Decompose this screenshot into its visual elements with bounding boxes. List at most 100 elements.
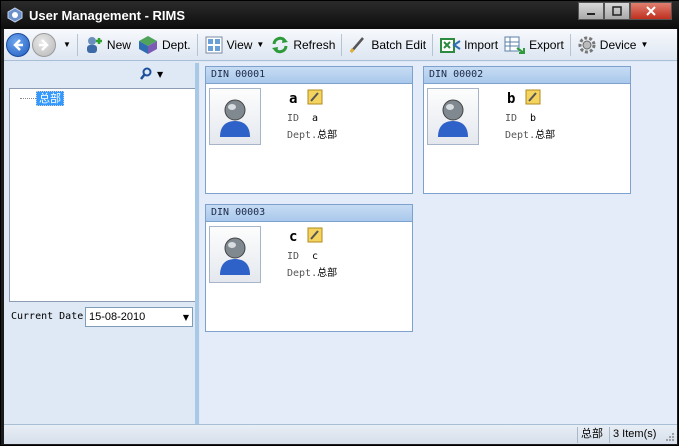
maximize-icon — [612, 6, 622, 16]
close-button[interactable] — [630, 2, 672, 20]
dept-label: Dept. — [287, 268, 318, 279]
id-value: c — [312, 251, 319, 262]
card-din: DIN 00001 — [206, 67, 412, 84]
date-value: 15-08-2010 — [89, 311, 146, 323]
device-dropdown-button[interactable]: Device ▼ — [574, 32, 652, 58]
chevron-down-icon: ▼ — [256, 40, 265, 49]
status-item-count: 3 Item(s) — [609, 427, 656, 443]
toolbar-separator — [76, 33, 78, 56]
id-value: a — [312, 113, 319, 124]
user-card[interactable]: DIN 00003 c ID c Dept.总部 — [205, 204, 413, 332]
dept-button[interactable]: Dept. — [134, 32, 194, 58]
search-row: ▼ — [6, 63, 198, 87]
edit-icon[interactable] — [307, 227, 323, 243]
toolbar: ▼ New Dept. View ▼ Refresh Batch Edit Im… — [4, 29, 677, 61]
back-button[interactable] — [6, 32, 30, 57]
dept-field: Dept.总部 — [287, 126, 337, 141]
import-icon — [440, 37, 461, 53]
dept-field: Dept.总部 — [505, 126, 555, 141]
dept-field: Dept.总部 — [287, 264, 337, 279]
import-label: Import — [464, 37, 499, 52]
current-date-label: Current Date — [11, 311, 84, 322]
pen-icon — [350, 36, 365, 53]
chevron-down-icon[interactable]: ▼ — [157, 70, 163, 79]
chevron-down-icon[interactable]: ▼ — [183, 313, 189, 322]
user-name: a — [289, 91, 298, 107]
card-din: DIN 00002 — [424, 67, 630, 84]
refresh-label: Refresh — [293, 37, 336, 52]
import-button[interactable]: Import — [436, 32, 501, 58]
add-user-icon — [86, 36, 102, 53]
user-avatar-icon — [220, 99, 250, 137]
status-bar: 总部 3 Item(s) — [4, 424, 677, 444]
device-label: Device — [599, 37, 637, 52]
title-bar[interactable]: User Management - RIMS — [1, 1, 679, 29]
tree-node-root[interactable]: 总部 — [36, 91, 64, 106]
maximize-button[interactable] — [604, 2, 630, 20]
chevron-down-icon: ▼ — [63, 40, 71, 49]
user-card[interactable]: DIN 00001 a ID a Dept.总部 — [205, 66, 413, 194]
id-field: ID b — [505, 113, 536, 124]
id-label: ID — [505, 113, 518, 124]
new-button[interactable]: New — [81, 32, 134, 58]
dept-label: Dept. — [505, 130, 536, 141]
department-tree[interactable]: 总部 — [9, 88, 196, 302]
new-label: New — [106, 37, 131, 52]
toolbar-separator — [341, 33, 343, 56]
minimize-icon — [587, 13, 595, 15]
user-avatar — [427, 88, 479, 145]
id-field: ID c — [287, 251, 318, 262]
export-icon — [504, 36, 526, 54]
history-dropdown-button[interactable]: ▼ — [56, 32, 74, 58]
refresh-button[interactable]: Refresh — [267, 32, 338, 58]
chevron-down-icon: ▼ — [640, 40, 649, 49]
status-dept: 总部 — [577, 427, 603, 443]
toolbar-separator — [196, 33, 198, 56]
user-avatar — [209, 226, 261, 283]
arrow-right-icon — [39, 38, 49, 51]
dept-value: 总部 — [317, 268, 338, 279]
view-dropdown-button[interactable]: View ▼ — [201, 32, 268, 58]
batch-edit-button[interactable]: Batch Edit — [345, 32, 429, 58]
id-field: ID a — [287, 113, 318, 124]
forward-button[interactable] — [32, 32, 56, 57]
minimize-button[interactable] — [578, 2, 604, 20]
user-avatar — [209, 88, 261, 145]
arrow-left-icon — [13, 38, 23, 51]
user-avatar-icon — [220, 237, 250, 275]
search-icon[interactable] — [139, 67, 153, 81]
refresh-icon — [272, 36, 289, 53]
date-picker[interactable]: 15-08-2010 ▼ — [85, 307, 193, 327]
toolbar-separator — [569, 33, 571, 56]
user-name: c — [289, 229, 298, 245]
edit-icon[interactable] — [307, 89, 323, 105]
export-label: Export — [529, 37, 564, 52]
gear-icon — [578, 36, 596, 53]
dept-value: 总部 — [535, 130, 556, 141]
view-icon — [205, 36, 223, 53]
resize-grip-icon[interactable] — [665, 432, 675, 442]
user-card-view: DIN 00001 a ID a Dept.总部 DIN 00002 b ID … — [200, 62, 677, 424]
dept-label: Dept. — [287, 130, 318, 141]
export-button[interactable]: Export — [501, 32, 567, 58]
id-label: ID — [287, 113, 300, 124]
dept-value: 总部 — [317, 130, 338, 141]
view-label: View — [226, 37, 253, 52]
app-icon — [7, 7, 23, 23]
department-icon — [138, 35, 157, 54]
client-area: ▼ New Dept. View ▼ Refresh Batch Edit Im… — [4, 29, 677, 444]
toolbar-separator — [432, 33, 434, 56]
panel-splitter[interactable] — [195, 63, 199, 438]
date-row: Current Date 15-08-2010 ▼ — [6, 307, 198, 329]
id-label: ID — [287, 251, 300, 262]
left-panel: ▼ 总部 Current Date 15-08-2010 ▼ — [6, 63, 198, 438]
card-din: DIN 00003 — [206, 205, 412, 222]
user-avatar-icon — [438, 99, 468, 137]
user-card[interactable]: DIN 00002 b ID b Dept.总部 — [423, 66, 631, 194]
batch-edit-label: Batch Edit — [371, 37, 427, 52]
edit-icon[interactable] — [525, 89, 541, 105]
window-title: User Management - RIMS — [29, 8, 186, 23]
user-name: b — [507, 91, 516, 107]
close-icon — [646, 6, 656, 16]
dept-label: Dept. — [161, 37, 191, 52]
